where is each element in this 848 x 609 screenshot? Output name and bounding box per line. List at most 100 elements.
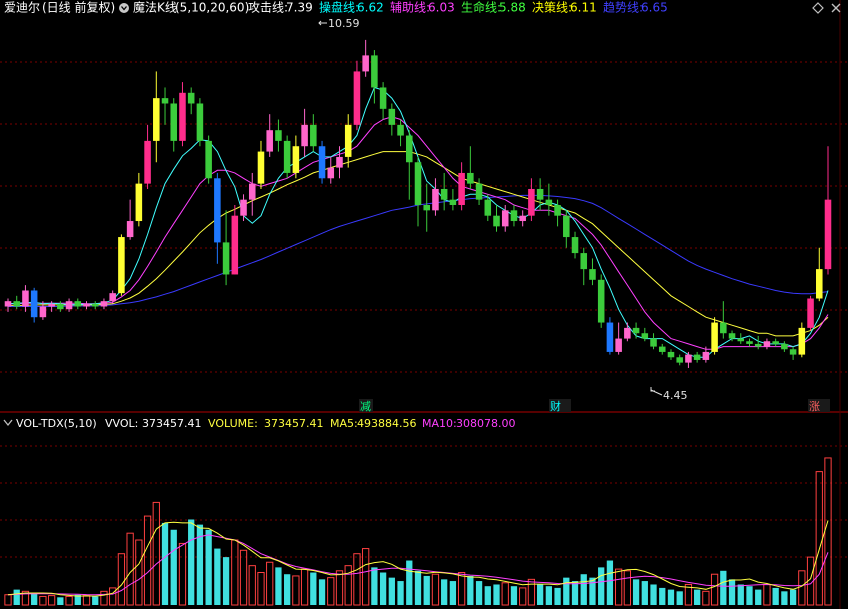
ma5-value: 493884.56 [357, 417, 417, 430]
stock-chart-window[interactable]: 爱迪尔 (日线 前复权) 魔法K线 (5,10,20,60) 攻击线:7.39 操… [0, 0, 848, 609]
volume-bar [57, 597, 64, 605]
candle-body [536, 188, 544, 200]
volume-bar [423, 575, 430, 605]
volume-bar [188, 519, 195, 605]
candle-body [118, 237, 125, 294]
candle-body [632, 327, 640, 334]
candle-body [658, 346, 666, 352]
candle-body [693, 354, 701, 360]
candle-body [667, 351, 675, 358]
ma10-value: 308078.00 [456, 417, 516, 430]
indicator-line-label: 决策线: [532, 1, 572, 15]
volume-bar [414, 570, 422, 605]
indicator-line-value: 6.65 [641, 1, 668, 15]
candle-body [83, 303, 90, 307]
volume-bar [284, 574, 291, 605]
volume-bar [571, 581, 579, 605]
high-label: 10.59 [328, 17, 360, 30]
candle-body [57, 303, 64, 310]
volume-bar [720, 570, 727, 605]
candle-body [685, 354, 692, 363]
candle-body [563, 215, 570, 238]
indicator-line-label: 趋势线: [603, 1, 643, 15]
candle-body [519, 215, 526, 222]
candle-body [440, 188, 448, 200]
vvol-value: 373457.41 [142, 417, 202, 430]
signal-rise: 涨 [809, 400, 820, 413]
candle-body [257, 151, 265, 184]
candle-body [571, 237, 579, 254]
candle-body [283, 140, 291, 173]
candle-body [318, 146, 326, 179]
indicator-name: 魔法K线 [133, 0, 177, 15]
volume-bar [13, 589, 20, 605]
indicator-params: (5,10,20,60) [175, 1, 249, 15]
candle-body [702, 351, 710, 360]
candle-body [240, 199, 247, 216]
volume-bar [632, 579, 640, 605]
candle-body [39, 306, 47, 318]
candle-body [248, 183, 256, 200]
candle-body [501, 210, 509, 227]
volume-value: 373457.41 [264, 417, 324, 430]
indicator-line-label: 辅助线: [390, 1, 430, 15]
candle-body [484, 199, 492, 216]
candle-body [362, 55, 369, 72]
candle-body [467, 172, 474, 184]
period-label: (日线 前复权) [42, 0, 115, 15]
volume-bar [493, 584, 500, 605]
candle-body [231, 215, 239, 275]
volume-bar [772, 587, 779, 605]
volume-bar [580, 574, 587, 605]
volume-bar [659, 587, 666, 605]
volume-indicator: VOL-TDX(5,10) [16, 417, 97, 430]
volume-bar [510, 586, 518, 605]
volume-bar [318, 579, 326, 605]
candle-body [589, 269, 596, 280]
candle-body [222, 242, 230, 275]
signal-wealth: 财 [550, 399, 561, 413]
candle-body [179, 92, 186, 141]
volume-bar [441, 579, 448, 605]
ma5-label: MA5: [330, 417, 358, 430]
candle-body [624, 327, 631, 339]
candle-body [737, 338, 745, 342]
candle-body [545, 199, 553, 205]
signal-reduce: 减 [360, 400, 371, 413]
candle-body [336, 156, 343, 168]
candle-body [606, 322, 614, 352]
candle-body [144, 140, 151, 184]
candle-body [275, 130, 282, 141]
indicator-line-label: 攻击线: [248, 1, 288, 15]
candle-body [126, 221, 134, 238]
volume-bar [467, 575, 474, 605]
candle-body [13, 301, 20, 307]
volume-bar [755, 589, 762, 605]
candle-body [22, 290, 29, 307]
candle-body [728, 333, 736, 339]
indicator-dropdown[interactable]: 魔法K线 (5,10,20,60) [119, 0, 249, 15]
candle-body [266, 130, 273, 152]
volume-bar [397, 581, 404, 605]
candle-body [641, 333, 649, 339]
volume-bar [728, 579, 736, 605]
indicator-line-value: 6.03 [428, 1, 455, 15]
candle-body [292, 146, 300, 173]
stock-name: 爱迪尔 [4, 0, 40, 15]
indicator-line-value: 6.62 [357, 1, 384, 15]
candle-body [754, 343, 762, 347]
volume-bar [737, 584, 744, 605]
volume-bar [589, 577, 596, 605]
volume-bar [563, 577, 570, 605]
candle-body [30, 290, 38, 318]
candle-body [170, 103, 178, 141]
volume-bar [170, 529, 177, 605]
candle-body [397, 124, 404, 136]
volume-bar [449, 581, 457, 605]
candle-body [789, 349, 797, 355]
candle-body [91, 303, 99, 307]
volume-bar [214, 548, 221, 605]
indicator-line-label: 生命线: [461, 0, 501, 15]
candle-body [353, 71, 361, 125]
candle-body [344, 124, 352, 157]
